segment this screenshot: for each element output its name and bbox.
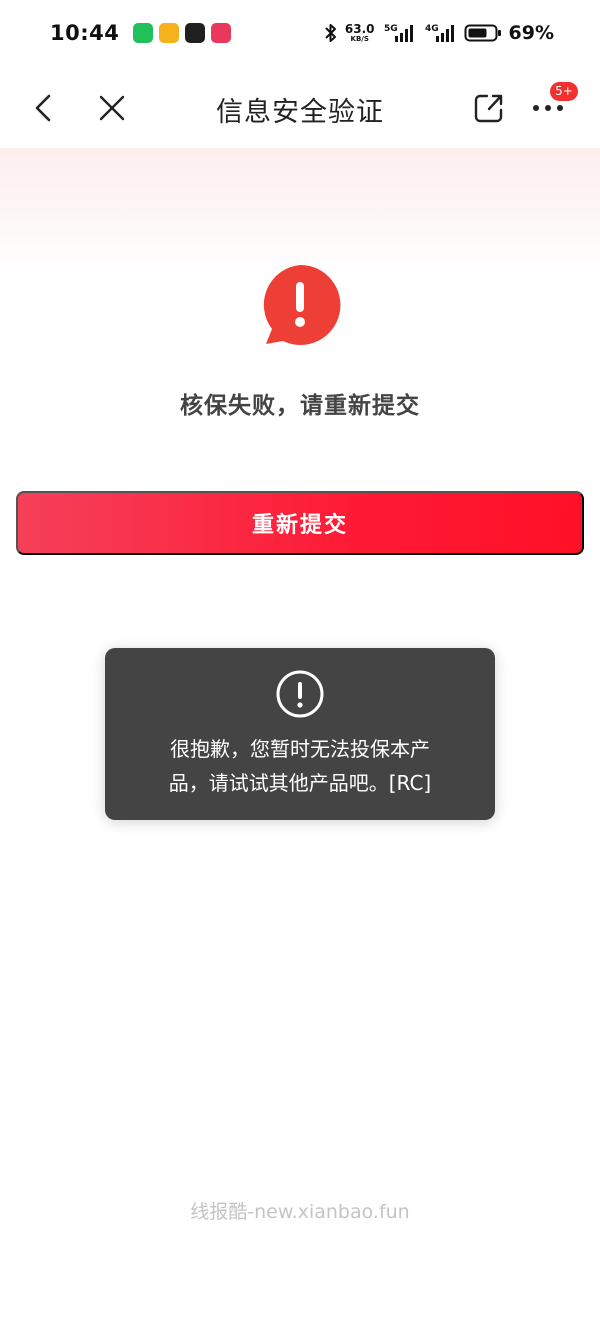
bluetooth-icon [325,24,336,42]
network-speed: 63.0 KB/S [344,22,375,43]
alert-bubble-icon [263,264,341,345]
toast-message-line1: 很抱歉，您暂时无法投保本产 [170,737,430,761]
notification-app-icons [133,23,232,43]
wechat-app-icon [133,23,154,43]
weibo-app-icon [159,23,180,43]
svg-text:5G: 5G [384,24,398,34]
notification-badge: 5+ [550,82,578,101]
share-button[interactable] [467,86,511,130]
failure-message: 核保失败，请重新提交 [180,393,420,419]
signal-4g-icon: 4G [425,24,454,42]
battery-percent: 69% [508,22,554,44]
result-content: 核保失败，请重新提交 重新提交 很抱歉，您暂时无法投保本产 品，请试试其他产品吧… [0,148,600,1318]
toast-message: 很抱歉，您暂时无法投保本产 品，请试试其他产品吧。[RC] [135,732,465,800]
exclamation-circle-icon [276,670,324,718]
resubmit-button[interactable]: 重新提交 [16,491,584,555]
share-icon [474,94,503,123]
status-indicators: 63.0 KB/S 5G 4G 69% [324,22,554,44]
svg-text:4G: 4G [425,24,439,34]
status-time: 10:44 [50,21,120,45]
signal-5g-icon: 5G [384,24,413,42]
status-bar: 10:44 63.0 KB/S 5G 4G 69% [0,0,600,66]
game-app-icon [211,23,232,43]
nav-bar: 信息安全验证 5+ [0,66,600,148]
battery-icon [464,24,501,42]
video-app-icon [185,23,206,43]
watermark: 线报酷-new.xianbao.fun [190,1201,410,1223]
more-dots-icon [533,105,563,111]
error-toast: 很抱歉，您暂时无法投保本产 品，请试试其他产品吧。[RC] [105,648,495,820]
toast-message-line2: 品，请试试其他产品吧。[RC] [168,771,432,795]
